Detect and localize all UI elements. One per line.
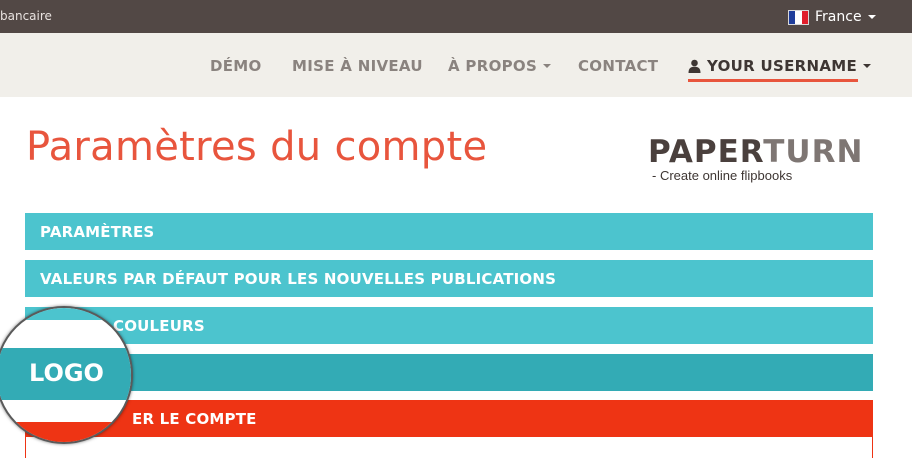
language-label: France bbox=[815, 9, 862, 25]
magnified-section-logo: LOGO bbox=[0, 348, 131, 400]
top-bar-text: bancaire bbox=[0, 9, 52, 23]
magnified-section-colors bbox=[0, 308, 131, 320]
username-label: YOUR USERNAME bbox=[707, 57, 858, 75]
page-title: Paramètres du compte bbox=[26, 124, 488, 170]
chevron-down-icon bbox=[543, 64, 552, 68]
magnifier-lens: LOGO bbox=[0, 306, 133, 444]
section-delete-account[interactable]: ER LE COMPTE bbox=[25, 400, 873, 437]
nav-user-menu[interactable]: YOUR USERNAME bbox=[688, 57, 872, 75]
user-icon bbox=[688, 59, 701, 73]
section-publication-defaults[interactable]: VALEURS PAR DÉFAUT POUR LES NOUVELLES PU… bbox=[25, 260, 873, 297]
nav-contact[interactable]: CONTACT bbox=[578, 57, 658, 75]
section-logo[interactable] bbox=[25, 354, 873, 391]
paperturn-logo[interactable]: PAPERTURN bbox=[648, 134, 863, 170]
nav-about-label: À PROPOS bbox=[448, 57, 538, 75]
chevron-down-icon bbox=[863, 64, 872, 68]
nav-demo[interactable]: DÉMO bbox=[210, 57, 262, 75]
logo-part-turn: TURN bbox=[763, 134, 864, 170]
language-selector[interactable]: France bbox=[788, 8, 876, 26]
chevron-down-icon bbox=[867, 15, 876, 19]
nav-upgrade[interactable]: MISE À NIVEAU bbox=[292, 57, 423, 75]
delete-account-panel bbox=[25, 437, 873, 458]
main-navbar: DÉMO MISE À NIVEAU À PROPOS CONTACT YOUR… bbox=[0, 33, 912, 97]
active-nav-underline bbox=[688, 79, 858, 82]
logo-tagline: - Create online flipbooks bbox=[652, 168, 793, 183]
section-colors[interactable]: COULEURS bbox=[25, 307, 873, 344]
logo-part-paper: PAPER bbox=[648, 134, 764, 170]
magnified-section-delete bbox=[0, 422, 131, 442]
section-settings[interactable]: PARAMÈTRES bbox=[25, 213, 873, 250]
france-flag-icon bbox=[788, 9, 809, 25]
top-bar: bancaire France bbox=[0, 0, 912, 33]
nav-about[interactable]: À PROPOS bbox=[448, 57, 552, 75]
